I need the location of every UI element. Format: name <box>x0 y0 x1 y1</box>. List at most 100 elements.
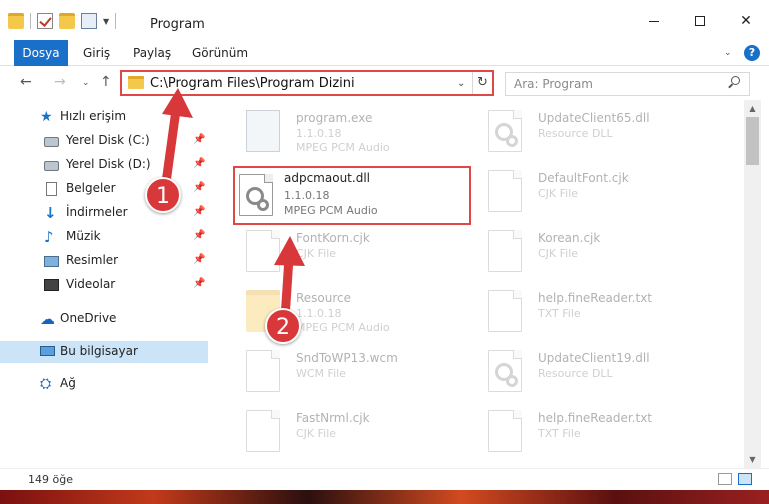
sidebar-item-music[interactable]: ♪ Müzik 📌 <box>0 226 208 248</box>
scroll-down-icon[interactable]: ▼ <box>744 451 761 468</box>
customize-icon[interactable] <box>81 13 97 29</box>
file-item-help-finereader-txt[interactable]: help.fineReader.txt TXT File <box>464 282 704 340</box>
sidebar-item-label: Yerel Disk (C:) <box>66 133 150 147</box>
back-arrow-icon[interactable]: ← <box>20 74 32 90</box>
tab-file[interactable]: Dosya <box>14 40 68 66</box>
sidebar-item-label: Hızlı erişim <box>60 109 127 123</box>
videos-icon <box>44 279 59 291</box>
documents-icon <box>46 182 57 196</box>
sidebar-item-quick-access[interactable]: ★ Hızlı erişim <box>0 106 208 128</box>
pin-icon[interactable]: 📌 <box>193 230 205 241</box>
file-name: help.fineReader.txt <box>538 291 652 305</box>
new-folder-icon[interactable] <box>59 13 75 29</box>
search-icon[interactable] <box>728 76 740 89</box>
file-item-resource[interactable]: Resource 1.1.0.18 MPEG PCM Audio <box>222 282 462 340</box>
forward-arrow-icon[interactable]: → <box>54 74 66 90</box>
file-item-updateclient19-dll[interactable]: UpdateClient19.dll Resource DLL <box>464 342 704 400</box>
search-box[interactable] <box>505 72 750 96</box>
sidebar-item-onedrive[interactable]: ☁ OneDrive <box>0 308 208 330</box>
maximize-button[interactable] <box>677 6 723 36</box>
up-arrow-icon[interactable]: ↑ <box>100 74 112 90</box>
file-item-fastnrml-cjk[interactable]: FastNrml.cjk CJK File <box>222 402 462 460</box>
file-icon <box>488 230 522 272</box>
file-name: FastNrml.cjk <box>296 411 370 425</box>
file-item-defaultfont-cjk[interactable]: DefaultFont.cjk CJK File <box>464 162 704 220</box>
sidebar-item-label: Resimler <box>66 253 119 267</box>
file-version: 1.1.0.18 <box>284 189 330 202</box>
minimize-icon <box>649 20 659 22</box>
address-path[interactable]: C:\Program Files\Program Dizini <box>150 76 355 91</box>
sidebar-item-local-disk-d[interactable]: Yerel Disk (D:) 📌 <box>0 154 208 176</box>
scroll-up-icon[interactable]: ▲ <box>744 100 761 117</box>
file-item-program-exe[interactable]: program.exe 1.1.0.18 MPEG PCM Audio <box>222 102 462 160</box>
dll-gear-icon <box>488 350 522 392</box>
sidebar-item-pictures[interactable]: Resimler 📌 <box>0 250 208 272</box>
dll-gear-icon <box>488 110 522 152</box>
file-icon <box>246 230 280 272</box>
folder-icon[interactable] <box>8 13 24 29</box>
recent-locations-icon[interactable]: ⌄ <box>82 78 90 88</box>
dll-gear-icon <box>239 174 273 216</box>
vertical-scrollbar[interactable]: ▲ ▼ <box>744 100 761 468</box>
scrollbar-thumb[interactable] <box>746 117 759 165</box>
file-name: adpcmaout.dll <box>284 171 370 185</box>
file-type: Resource DLL <box>538 127 613 140</box>
search-input[interactable] <box>514 77 714 91</box>
item-count: 149 öğe <box>28 473 73 486</box>
help-icon[interactable]: ? <box>744 45 760 61</box>
pin-icon[interactable]: 📌 <box>193 134 205 145</box>
expand-ribbon-icon[interactable]: ⌄ <box>724 48 732 58</box>
details-view-icon[interactable] <box>718 473 732 485</box>
file-icon <box>246 350 280 392</box>
tab-home[interactable]: Giriş <box>83 40 110 66</box>
sidebar-item-label: Müzik <box>66 229 101 243</box>
file-type: TXT File <box>538 427 581 440</box>
download-icon: ↓ <box>44 204 57 222</box>
pin-icon[interactable]: 📌 <box>193 182 205 193</box>
sidebar-item-label: Belgeler <box>66 181 116 195</box>
computer-icon <box>40 346 55 356</box>
maximize-icon <box>695 16 705 26</box>
sidebar-item-local-disk-c[interactable]: Yerel Disk (C:) 📌 <box>0 130 208 152</box>
pin-icon[interactable]: 📌 <box>193 206 205 217</box>
file-item-sndtowp13-wcm[interactable]: SndToWP13.wcm WCM File <box>222 342 462 400</box>
sidebar-item-label: OneDrive <box>60 311 117 325</box>
status-bar: 149 öğe <box>0 468 769 490</box>
cloud-icon: ☁ <box>40 310 55 328</box>
pin-icon[interactable]: 📌 <box>193 158 205 169</box>
file-item-adpcmaout-dll[interactable]: adpcmaout.dll 1.1.0.18 MPEG PCM Audio <box>233 166 471 225</box>
step-1-badge: 1 <box>145 177 181 213</box>
text-file-icon <box>488 290 522 332</box>
file-item-korean-cjk[interactable]: Korean.cjk CJK File <box>464 222 704 280</box>
tab-share[interactable]: Paylaş <box>133 40 171 66</box>
close-icon: ✕ <box>740 13 752 29</box>
pin-icon[interactable]: 📌 <box>193 254 205 265</box>
chevron-down-icon[interactable]: ⌄ <box>457 78 465 89</box>
refresh-icon[interactable]: ↻ <box>472 72 492 94</box>
file-item-fontkorn-cjk[interactable]: FontKorn.cjk CJK File <box>222 222 462 280</box>
file-name: help.fineReader.txt <box>538 411 652 425</box>
minimize-button[interactable] <box>631 6 677 36</box>
tiles-view-icon[interactable] <box>738 473 752 485</box>
file-name: Korean.cjk <box>538 231 601 245</box>
file-name: DefaultFont.cjk <box>538 171 629 185</box>
sidebar-item-label: Bu bilgisayar <box>60 344 138 358</box>
pin-icon[interactable]: 📌 <box>193 278 205 289</box>
network-icon: ⛭ <box>40 376 52 392</box>
properties-check-icon[interactable] <box>37 13 53 29</box>
sidebar-item-label: Ağ <box>60 376 76 390</box>
sidebar-item-network[interactable]: ⛭ Ağ <box>0 373 208 395</box>
sidebar-item-label: Yerel Disk (D:) <box>66 157 151 171</box>
sidebar-item-this-pc[interactable]: Bu bilgisayar <box>0 341 208 363</box>
file-item-updateclient65-dll[interactable]: UpdateClient65.dll Resource DLL <box>464 102 704 160</box>
close-button[interactable]: ✕ <box>723 6 769 36</box>
tab-view[interactable]: Görünüm <box>192 40 248 66</box>
pictures-icon <box>44 256 59 267</box>
navigation-bar: ← → ⌄ ↑ C:\Program Files\Program Dizini … <box>0 66 769 100</box>
navigation-pane: ★ Hızlı erişim Yerel Disk (C:) 📌 Yerel D… <box>0 100 208 468</box>
sidebar-item-videos[interactable]: Videolar 📌 <box>0 274 208 296</box>
address-bar[interactable]: C:\Program Files\Program Dizini ⌄ ↻ <box>120 70 494 96</box>
file-list: program.exe 1.1.0.18 MPEG PCM Audio adpc… <box>208 100 744 468</box>
chevron-down-icon[interactable]: ▼ <box>103 17 109 26</box>
file-item-help-finereader-txt-2[interactable]: help.fineReader.txt TXT File <box>464 402 704 460</box>
